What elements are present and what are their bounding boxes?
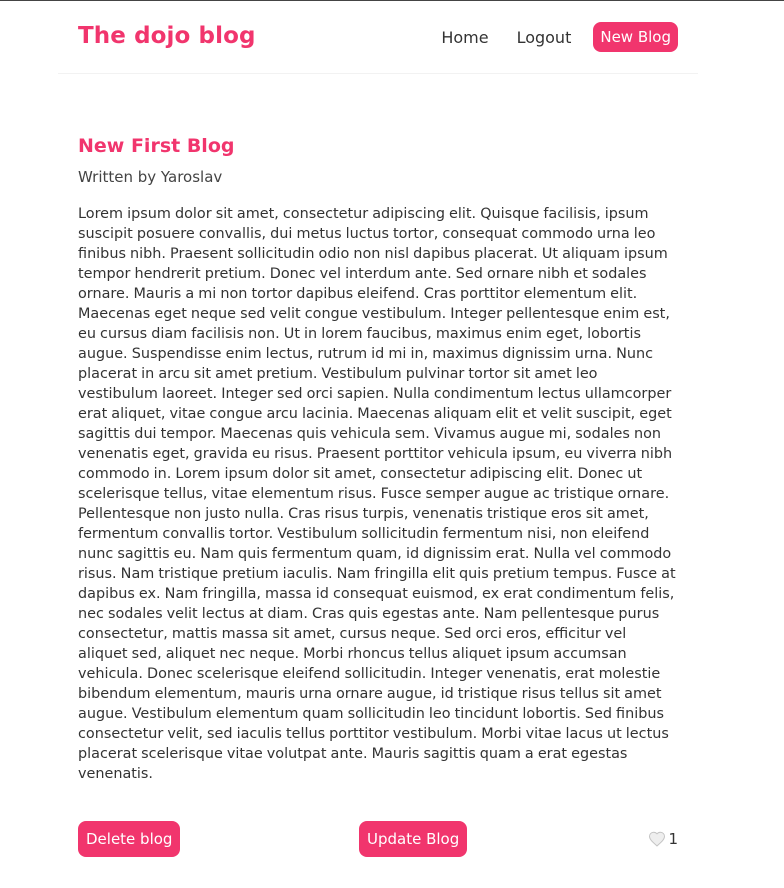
blog-details: New First Blog Written by Yaroslav Lorem…	[78, 132, 678, 784]
nav-link-new-blog[interactable]: New Blog	[593, 22, 678, 52]
nav-links: Home Logout New Blog	[441, 21, 678, 53]
heart-icon[interactable]	[648, 830, 666, 848]
blog-title: New First Blog	[78, 135, 235, 157]
blog-author: Written by Yaroslav	[78, 168, 223, 186]
like-count: 1	[668, 830, 678, 848]
update-blog-button[interactable]: Update Blog	[359, 821, 468, 857]
site-brand[interactable]: The dojo blog	[78, 23, 256, 49]
nav-link-home[interactable]: Home	[441, 28, 488, 47]
navbar: The dojo blog Home Logout New Blog	[58, 1, 698, 74]
blog-body: Lorem ipsum dolor sit amet, consectetur …	[78, 206, 676, 782]
delete-blog-button[interactable]: Delete blog	[78, 821, 181, 857]
like-control[interactable]: 1	[648, 829, 678, 849]
nav-link-logout[interactable]: Logout	[517, 28, 572, 47]
